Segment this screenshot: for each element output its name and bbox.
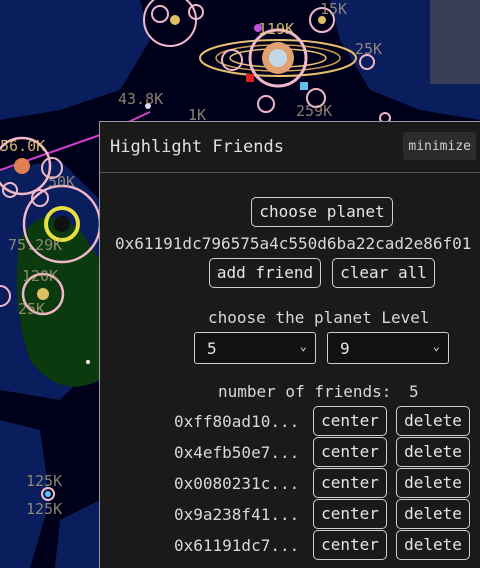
chevron-down-icon: ⌄ <box>432 339 440 353</box>
friend-address: 0x9a238f41... <box>174 505 300 524</box>
map-label: 50K <box>48 173 76 191</box>
add-friend-button[interactable]: add friend <box>209 258 321 288</box>
planet-marker <box>246 74 254 82</box>
friend-center-button[interactable]: center <box>313 437 387 467</box>
friend-center-button[interactable]: center <box>313 499 387 529</box>
level-min-value: 5 <box>207 339 217 358</box>
map-label: 25K <box>355 40 383 58</box>
map-label: 120K <box>22 267 59 285</box>
planet <box>269 49 287 67</box>
map-label: 43.8K <box>118 90 164 108</box>
map-label: 119K <box>258 20 295 38</box>
map-label: 125K <box>26 500 63 518</box>
friend-address: 0x61191dc7... <box>174 536 300 555</box>
nebula-panel <box>430 0 480 84</box>
planet <box>170 15 180 25</box>
friend-center-button[interactable]: center <box>313 406 387 436</box>
chevron-down-icon: ⌄ <box>299 339 307 353</box>
friends-count-label: number of friends: <box>218 382 392 401</box>
planet <box>14 158 30 174</box>
friends-count-row: number of friends: 5 <box>218 382 419 401</box>
highlight-friends-panel: Highlight Friends minimize choose planet… <box>99 121 480 568</box>
choose-planet-button[interactable]: choose planet <box>251 197 393 227</box>
minimize-button[interactable]: minimize <box>403 132 476 160</box>
map-label: 75.29K <box>8 236 63 254</box>
planet-marker <box>300 82 308 90</box>
panel-header: Highlight Friends minimize <box>100 122 480 173</box>
friends-count: 5 <box>409 382 419 401</box>
level-max-value: 9 <box>340 339 350 358</box>
friend-address: 0xff80ad10... <box>174 412 300 431</box>
panel-title: Highlight Friends <box>110 137 284 157</box>
map-label: 15K <box>320 0 348 18</box>
level-min-select[interactable]: 5 ⌄ <box>194 332 316 364</box>
planet <box>86 360 90 364</box>
planet <box>54 216 70 232</box>
map-label: 259K <box>296 102 333 120</box>
friend-delete-button[interactable]: delete <box>396 530 470 560</box>
selected-planet-address: 0x61191dc796575a4c550d6ba22cad2e86f01 <box>115 234 472 253</box>
friend-delete-button[interactable]: delete <box>396 437 470 467</box>
map-label: 125K <box>26 472 63 490</box>
map-label: 25K <box>18 300 46 318</box>
friend-center-button[interactable]: center <box>313 530 387 560</box>
friend-address: 0x4efb50e7... <box>174 443 300 462</box>
planet <box>45 491 51 497</box>
level-max-select[interactable]: 9 ⌄ <box>327 332 449 364</box>
friend-delete-button[interactable]: delete <box>396 406 470 436</box>
map-label: 56.0K <box>0 137 46 155</box>
friend-center-button[interactable]: center <box>313 468 387 498</box>
friend-address: 0x0080231c... <box>174 474 300 493</box>
friend-delete-button[interactable]: delete <box>396 499 470 529</box>
clear-all-button[interactable]: clear all <box>332 258 435 288</box>
friend-delete-button[interactable]: delete <box>396 468 470 498</box>
planet <box>37 288 49 300</box>
level-heading: choose the planet Level <box>208 308 430 327</box>
